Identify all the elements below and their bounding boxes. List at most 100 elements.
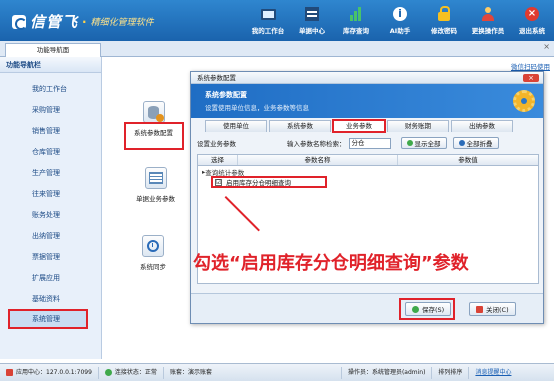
show-all-button[interactable]: 显示全部 [400,137,447,149]
column-header[interactable]: 参数值 [398,155,538,165]
document-business-param-launcher[interactable]: 单据业务参数 [136,167,175,203]
toolbar-exit-button[interactable]: × 退出系统 [514,6,550,35]
collapse-all-button[interactable]: 全部折叠 [452,137,499,149]
check-icon [412,305,419,313]
sidebar-item-bills[interactable]: 票据管理 [0,247,102,267]
app-logo: 信管飞 · 精细化管理软件 [12,11,154,32]
param-name: 启用库存分仓明细查询 [226,179,291,187]
filter-row: 设置业务参数 输入参数名称检索： 分仓 显示全部 全部折叠 [197,136,537,150]
status-text: 连接状态：正常 [114,368,157,376]
sidebar-item-system-management[interactable]: 系统管理 [8,309,88,329]
toolbar-label: AI助手 [389,27,411,35]
status-link: 消息提醒中心 [475,368,512,376]
tab-system-params[interactable]: 系统参数 [269,120,331,132]
toolbar-inventory-query-button[interactable]: 库存查询 [338,6,374,35]
dialog-close-icon[interactable]: × [523,74,539,82]
group-label: 查询统计参数 [205,168,245,177]
status-server: 应用中心：127.0.0.1:7099 [0,366,99,379]
column-header[interactable]: 参数名称 [238,155,398,165]
dialog-tabs: 使用单位 系统参数 业务参数 财务账期 出纳参数 [205,119,515,133]
param-row-stock-split[interactable]: ☑ 启用库存分仓明细查询 [211,176,327,188]
sidebar-item-bookkeeping[interactable]: 账务处理 [0,205,102,225]
close-icon[interactable]: × [543,42,550,51]
tab-business-params[interactable]: 业务参数 [332,119,386,133]
app-header: 信管飞 · 精细化管理软件 我的工作台 单据中心 库存查询 i AI助手 修改密… [0,0,554,41]
system-sync-launcher[interactable]: 系统同步 [140,235,166,271]
toolbar-label: 退出系统 [519,27,545,35]
system-param-dialog: 系统参数配置 × 系统参数配置 设置使用单位信息，业务参数等信息 使用单位 系统… [190,71,544,324]
button-label: 保存(S) [422,306,445,314]
toolbar-label: 单据中心 [299,27,325,35]
sidebar-item-production[interactable]: 生产管理 [0,163,102,183]
sidebar-item-cashier[interactable]: 出纳管理 [0,226,102,246]
sidebar-item-extensions[interactable]: 扩展应用 [0,268,102,288]
sidebar-item-sales[interactable]: 销售管理 [0,121,102,141]
sidebar: 功能导航栏 我的工作台 采购管理 销售管理 仓库管理 生产管理 往来管理 账务处… [0,57,102,359]
clock-icon [147,240,159,252]
highlight-box [124,122,184,150]
toolbar-document-center-button[interactable]: 单据中心 [294,6,330,35]
logo-dot: · [82,14,87,29]
dialog-footer: 保存(S) 关闭(C) [191,293,543,323]
gear-icon [513,90,535,112]
column-header[interactable]: 选择 [198,155,238,165]
button-label: 显示全部 [414,140,441,148]
sidebar-item-warehouse[interactable]: 仓库管理 [0,142,102,162]
dialog-title: 系统参数配置 [197,74,236,82]
info-icon: i [393,7,407,21]
top-toolbar: 我的工作台 单据中心 库存查询 i AI助手 修改密码 更换操作员 × 退出系统 [250,6,550,35]
tab-function-nav[interactable]: 功能导航面 [5,43,101,57]
toolbar-label: 更换操作员 [471,27,505,35]
sidebar-item-purchasing[interactable]: 采购管理 [0,100,102,120]
toolbar-label: 我的工作台 [251,27,285,35]
save-button[interactable]: 保存(S) [405,302,452,316]
toolbar-switch-operator-button[interactable]: 更换操作员 [470,6,506,35]
document-grid-icon [305,7,319,21]
search-label: 输入参数名称检索： [287,140,346,148]
toolbar-my-workbench-button[interactable]: 我的工作台 [250,6,286,35]
param-search-input[interactable]: 分仓 [348,137,391,149]
form-icon [148,172,163,184]
user-icon [481,7,495,21]
bar-chart-icon [349,7,363,21]
tab-cashier-params[interactable]: 出纳参数 [451,120,513,132]
dialog-banner: 系统参数配置 设置使用单位信息，业务参数等信息 [191,84,543,118]
toolbar-ai-assistant-button[interactable]: i AI助手 [382,6,418,35]
instruction-annotation: 勾选“启用库存分仓明细查询”参数 [193,253,469,274]
logo-icon [12,14,27,30]
toolbar-change-password-button[interactable]: 修改密码 [426,6,462,35]
status-bar: 应用中心：127.0.0.1:7099 连接状态：正常 账套：演示账套 操作员：… [0,363,554,381]
grid-header: 选择 参数名称 参数值 [198,155,538,166]
tab-organization[interactable]: 使用单位 [205,120,267,132]
tab-fiscal-period[interactable]: 财务账期 [387,120,449,132]
tab-strip: 功能导航面 × [0,41,554,57]
monitor-icon [260,8,276,20]
sidebar-item-master-data[interactable]: 基础资料 [0,289,102,309]
refresh-icon [406,140,413,146]
close-button[interactable]: 关闭(C) [469,302,516,316]
exit-icon: × [525,7,539,21]
close-icon [476,305,483,313]
wechat-scan-link[interactable]: 微信扫码使用 [511,61,550,71]
toolbar-label: 库存查询 [343,27,369,35]
status-rank[interactable]: 排列排序 [432,366,470,379]
message-center-link[interactable]: 消息提醒中心 [469,367,517,379]
status-connection: 连接状态：正常 [99,366,164,379]
banner-subtitle: 设置使用单位信息，业务参数等信息 [205,104,309,112]
database-settings-icon [148,105,164,122]
status-text: 应用中心：127.0.0.1:7099 [16,368,92,376]
status-account: 账套：演示账套 [164,366,342,379]
launcher-label: 单据业务参数 [136,195,175,203]
sidebar-title: 功能导航栏 [0,57,101,73]
logo-subtitle: 精细化管理软件 [90,18,154,28]
sidebar-item-my-workbench[interactable]: 我的工作台 [0,79,102,99]
server-icon [6,369,13,376]
collapse-icon [458,140,465,146]
launcher-label: 系统同步 [140,263,166,271]
connection-ok-icon [104,369,112,376]
dialog-titlebar: 系统参数配置 × [191,72,543,84]
sidebar-item-accounts[interactable]: 往来管理 [0,184,102,204]
filter-label: 设置业务参数 [197,140,236,148]
banner-title: 系统参数配置 [205,91,247,99]
param-checkbox[interactable]: ☑ [215,178,222,186]
